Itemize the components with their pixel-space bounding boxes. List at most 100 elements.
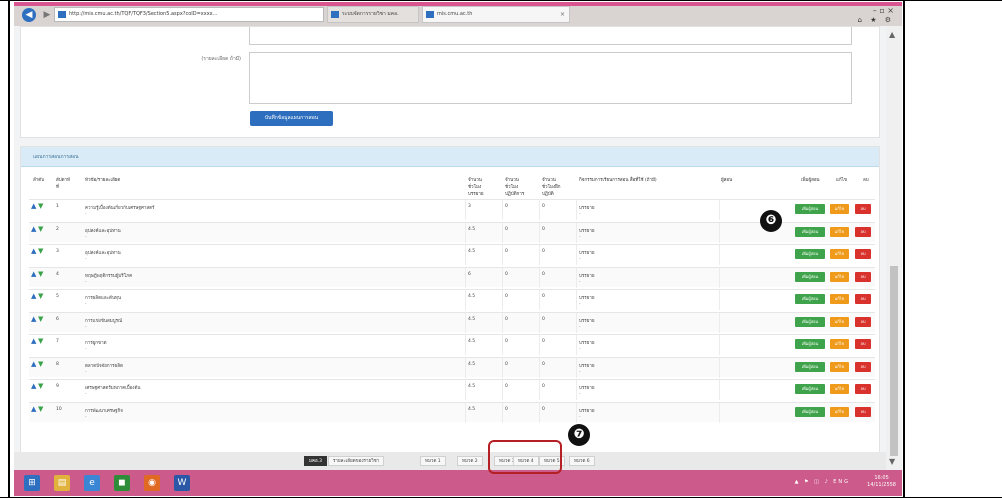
pager-item[interactable]: หมวด 1 [420,456,446,466]
move-up-arrow-icon[interactable]: ▲ [31,225,36,233]
move-up-arrow-icon[interactable]: ▲ [31,360,36,368]
note-textarea[interactable] [249,52,852,104]
edit-button[interactable]: แก้ไข [830,226,849,237]
add-instructor-button[interactable]: เพิ่มผู้สอน [795,271,825,282]
add-instructor-button[interactable]: เพิ่มผู้สอน [795,339,825,349]
row-divider [719,222,720,243]
row-divider [465,312,466,333]
pager-item[interactable]: หมวด 2 [457,456,483,466]
move-down-arrow-icon[interactable]: ▼ [38,338,43,345]
tab-favicon-icon [331,11,339,18]
row-divider [539,200,540,220]
scroll-up-icon[interactable]: ▲ [889,30,895,39]
chrome-icon[interactable]: ◉ [144,475,160,491]
delete-button[interactable]: ลบ [855,271,871,282]
scroll-thumb[interactable] [890,266,898,456]
row-activity-detail: - [579,323,581,329]
row-lecture-hours: 3 [468,204,471,209]
add-instructor-button[interactable]: เพิ่มผู้สอน [795,226,825,237]
start-windows-icon[interactable]: ⊞ [24,475,40,491]
browser-tab[interactable]: ระบบจัดการรายวิชา มคอ. [327,6,419,23]
move-down-arrow-icon[interactable]: ▼ [38,203,43,210]
edit-button[interactable]: แก้ไข [830,339,849,349]
delete-button[interactable]: ลบ [855,226,871,237]
row-divider [539,335,540,355]
move-down-arrow-icon[interactable]: ▼ [38,248,43,255]
delete-button[interactable]: ลบ [855,316,871,327]
row-lecture-hours: 4.5 [468,226,476,232]
system-tray[interactable]: ▲ ⚑ ◫ ♪ ENG [795,479,850,485]
edit-button[interactable]: แก้ไข [830,204,849,214]
row-activity-detail: - [579,301,581,306]
move-down-arrow-icon[interactable]: ▼ [38,383,43,390]
delete-button[interactable]: ลบ [855,361,871,372]
row-divider [539,357,540,378]
internet-explorer-icon[interactable]: e [84,475,100,491]
move-up-arrow-icon[interactable]: ▲ [31,338,36,345]
move-up-arrow-icon[interactable]: ▲ [31,383,36,390]
pager-item[interactable]: หมวด 6 [569,456,595,466]
edit-button[interactable]: แก้ไข [830,294,849,304]
delete-button[interactable]: ลบ [855,384,871,394]
row-lecture-hours: 4.5 [468,361,476,367]
forward-arrow-icon[interactable]: ▶ [40,8,54,22]
move-down-arrow-icon[interactable]: ▼ [38,293,43,300]
delete-button[interactable]: ลบ [855,294,871,304]
window-controls[interactable]: – ▫ × [873,6,894,15]
edit-button[interactable]: แก้ไข [830,316,849,327]
row-lab-hours: 0 [505,339,508,344]
add-instructor-button[interactable]: เพิ่มผู้สอน [795,294,825,304]
document-frame: ◀ ▶ http://mis.cmu.ac.th/TQF/TQF3/Sectio… [0,0,1002,498]
move-down-arrow-icon[interactable]: ▼ [38,315,43,323]
move-down-arrow-icon[interactable]: ▼ [38,270,43,278]
row-divider [502,290,503,310]
add-instructor-button[interactable]: เพิ่มผู้สอน [795,361,825,372]
delete-button[interactable]: ลบ [855,249,871,259]
delete-button[interactable]: ลบ [855,339,871,349]
scroll-down-icon[interactable]: ▼ [889,457,895,466]
move-up-arrow-icon[interactable]: ▲ [31,405,36,413]
edit-button[interactable]: แก้ไข [830,406,849,417]
word-icon[interactable]: W [174,475,190,491]
row-week: 8 [56,361,59,367]
file-explorer-icon[interactable]: ▤ [54,475,70,491]
move-up-arrow-icon[interactable]: ▲ [31,203,36,210]
screenshot: ◀ ▶ http://mis.cmu.ac.th/TQF/TQF3/Sectio… [14,2,902,496]
row-activity: บรรยาย [579,386,595,391]
move-down-arrow-icon[interactable]: ▼ [38,405,43,413]
edit-button[interactable]: แก้ไข [830,361,849,372]
green-app-icon[interactable]: ◼ [114,475,130,491]
edit-button[interactable]: แก้ไข [830,249,849,259]
move-down-arrow-icon[interactable]: ▼ [38,225,43,233]
previous-textarea[interactable] [249,27,852,45]
row-divider [719,200,720,220]
pager-item[interactable]: รายละเอียดของรายวิชา [328,456,385,466]
move-up-arrow-icon[interactable]: ▲ [31,248,36,255]
row-divider [719,357,720,378]
move-down-arrow-icon[interactable]: ▼ [38,360,43,368]
row-divider [719,380,720,400]
toolbar-icons[interactable]: ⌂ ★ ⚙ [858,16,894,24]
edit-button[interactable]: แก้ไข [830,384,849,394]
close-tab-icon[interactable]: × [560,7,565,22]
page-content: (รายละเอียด ถ้ามี) บันทึกข้อมูลแผนการสอน… [14,26,886,470]
add-instructor-button[interactable]: เพิ่มผู้สอน [795,406,825,417]
add-instructor-button[interactable]: เพิ่มผู้สอน [795,204,825,214]
move-up-arrow-icon[interactable]: ▲ [31,270,36,278]
add-instructor-button[interactable]: เพิ่มผู้สอน [795,316,825,327]
row-activity: บรรยาย [579,318,595,324]
save-lesson-plan-button[interactable]: บันทึกข้อมูลแผนการสอน [250,111,333,126]
add-instructor-button[interactable]: เพิ่มผู้สอน [795,249,825,259]
address-bar[interactable]: http://mis.cmu.ac.th/TQF/TQF3/Section5.a… [54,7,324,22]
row-self-hours: 0 [542,271,545,277]
move-up-arrow-icon[interactable]: ▲ [31,315,36,323]
vertical-scrollbar[interactable]: ▲ ▼ [886,26,902,470]
add-instructor-button[interactable]: เพิ่มผู้สอน [795,384,825,394]
row-activity: บรรยาย [579,206,595,211]
delete-button[interactable]: ลบ [855,204,871,214]
delete-button[interactable]: ลบ [855,406,871,417]
back-arrow-icon[interactable]: ◀ [22,8,36,22]
browser-tab-active[interactable]: mis.cmu.ac.th × [422,6,570,23]
move-up-arrow-icon[interactable]: ▲ [31,293,36,300]
edit-button[interactable]: แก้ไข [830,271,849,282]
